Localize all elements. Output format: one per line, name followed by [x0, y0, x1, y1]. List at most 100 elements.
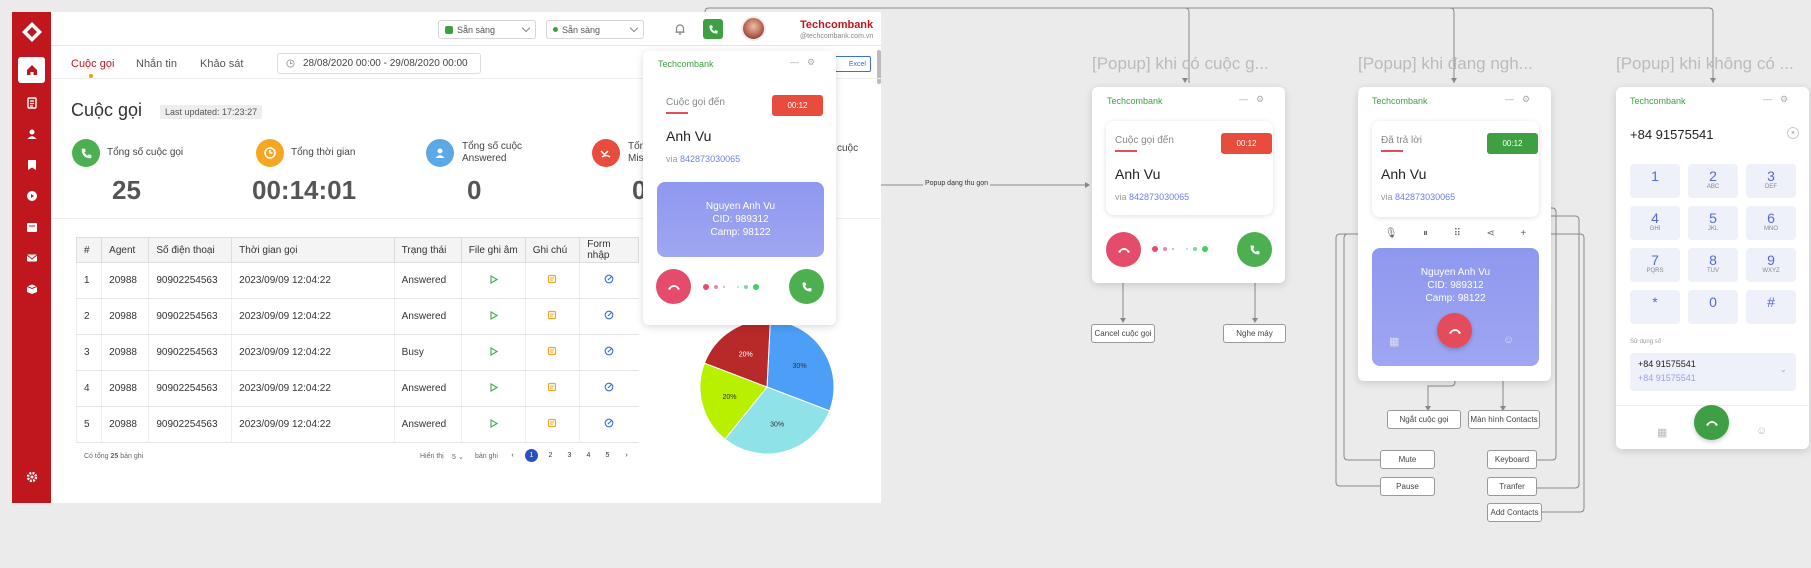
dial-number-display[interactable]: +84 91575541 [1630, 127, 1714, 142]
key-3[interactable]: 4 GHI [1630, 206, 1680, 240]
play-icon[interactable] [460, 334, 526, 371]
note-icon[interactable] [524, 406, 580, 443]
tab-messages[interactable]: Nhắn tin [136, 58, 177, 70]
play-icon[interactable] [460, 298, 526, 335]
keyboard-icon[interactable]: ⠿ [1454, 228, 1461, 239]
answer-call-button[interactable] [789, 269, 824, 304]
table-row[interactable]: 4 20988 90902254563 2023/09/09 12:04:22 Answ… [75, 370, 639, 407]
sidebar-item-video[interactable] [18, 183, 45, 209]
play-icon[interactable] [460, 262, 526, 299]
sidebar-item-home[interactable] [18, 57, 45, 83]
page-1[interactable]: 1 [525, 449, 538, 462]
answer-call-button[interactable] [1237, 232, 1272, 267]
minimize-icon[interactable]: — [1239, 94, 1248, 104]
tab-calls[interactable]: Cuộc gọi [71, 58, 114, 70]
page-5[interactable]: 5 [601, 449, 614, 462]
row-phone: 90902254563 [148, 406, 232, 443]
table-row[interactable]: 5 20988 90902254563 2023/09/09 12:04:22 Answ… [75, 406, 639, 443]
table-row[interactable]: 1 20988 90902254563 2023/09/09 12:04:22 Answ… [75, 262, 639, 299]
key-11[interactable]: # [1746, 290, 1796, 324]
key-10[interactable]: 0 [1688, 290, 1738, 324]
status-underline [1115, 150, 1137, 152]
export-excel-button[interactable]: Excel [831, 56, 871, 72]
stat-value-total-calls: 25 [112, 175, 141, 205]
minimize-icon[interactable]: — [1505, 94, 1514, 104]
mute-icon[interactable]: 🎙 [1385, 228, 1398, 239]
transfer-icon[interactable]: ⋖ [1486, 228, 1494, 239]
key-digit: 7 [1651, 252, 1659, 268]
status-select-1[interactable]: Sẵn sàng [438, 20, 536, 39]
edit-form-icon[interactable] [579, 262, 639, 299]
note-icon[interactable] [524, 334, 580, 371]
key-9[interactable]: * [1630, 290, 1680, 324]
key-digit: 0 [1709, 294, 1717, 310]
dialpad-icon[interactable]: ▦ [1389, 335, 1399, 348]
bell-icon[interactable] [673, 22, 687, 36]
note-icon[interactable] [524, 370, 580, 407]
call-controls: 🎙 ⏸ ⠿ ⋖ + [1372, 224, 1539, 243]
pause-icon[interactable]: ⏸ [1423, 228, 1428, 239]
document-icon [26, 97, 37, 109]
minimize-icon[interactable]: — [790, 57, 799, 67]
key-2[interactable]: 3 DEF [1746, 164, 1796, 198]
key-letters: TUV [1707, 268, 1719, 274]
play-icon[interactable] [460, 406, 526, 443]
clear-icon[interactable]: × [1787, 127, 1799, 139]
key-8[interactable]: 9 WXYZ [1746, 248, 1796, 282]
key-5[interactable]: 6 MNO [1746, 206, 1796, 240]
page-2[interactable]: 2 [544, 449, 557, 462]
date-range-picker[interactable]: 28/08/2020 00:00 - 29/08/2020 00:00 [277, 53, 481, 74]
status-select-2[interactable]: Sẵn sàng [546, 20, 644, 39]
sidebar-item-document[interactable] [18, 90, 45, 116]
note-icon[interactable] [524, 262, 580, 299]
settings-icon[interactable]: ⚙ [1780, 94, 1788, 105]
phone-button[interactable] [703, 19, 723, 39]
used-number-select[interactable]: +84 91575541 +84 91575541 ⌄ [1630, 353, 1796, 391]
page-4[interactable]: 4 [582, 449, 595, 462]
edit-form-icon[interactable] [579, 334, 639, 371]
edit-form-icon[interactable] [579, 298, 639, 335]
play-icon[interactable] [460, 370, 526, 407]
key-1[interactable]: 2 ABC [1688, 164, 1738, 198]
reject-call-button[interactable] [656, 269, 691, 304]
table-row[interactable]: 2 20988 90902254563 2023/09/09 12:04:22 Answ… [75, 298, 639, 335]
sidebar-item-settings[interactable] [18, 464, 45, 490]
key-6[interactable]: 7 PQRS [1630, 248, 1680, 282]
add-contact-icon[interactable]: + [1520, 228, 1526, 239]
chevron-down-icon [521, 23, 531, 33]
key-letters: GHI [1649, 226, 1661, 232]
caller-via: via 842873030065 [1381, 192, 1456, 202]
bookmark-icon [27, 160, 36, 170]
key-0[interactable]: 1 [1630, 164, 1680, 198]
dial-call-button[interactable] [1694, 405, 1729, 440]
sidebar-item-mail[interactable] [18, 245, 45, 271]
sidebar-item-calendar[interactable] [18, 214, 45, 240]
sidebar-item-box[interactable] [18, 276, 45, 302]
key-7[interactable]: 8 TUV [1688, 248, 1738, 282]
settings-icon[interactable]: ⚙ [1256, 94, 1264, 105]
edit-form-icon[interactable] [579, 406, 639, 443]
note-icon[interactable] [524, 298, 580, 335]
phone-icon [1250, 245, 1259, 254]
contacts-icon[interactable]: ☺ [1756, 425, 1767, 437]
sidebar-item-user[interactable] [18, 121, 45, 147]
minimize-icon[interactable]: — [1763, 94, 1772, 104]
edit-form-icon[interactable] [579, 370, 639, 407]
dialpad-icon[interactable]: ▦ [1657, 426, 1667, 439]
settings-icon[interactable]: ⚙ [807, 57, 815, 68]
key-4[interactable]: 5 JKL [1688, 206, 1738, 240]
tab-surveys[interactable]: Khảo sát [200, 58, 243, 70]
row-time: 2023/09/09 12:04:22 [231, 298, 395, 335]
hangup-button[interactable] [1437, 313, 1472, 348]
contacts-icon[interactable]: ☺ [1503, 334, 1514, 346]
reject-call-button[interactable] [1106, 232, 1141, 267]
next-page-icon[interactable]: › [620, 449, 633, 462]
avatar[interactable] [741, 16, 766, 41]
settings-icon[interactable]: ⚙ [1522, 94, 1530, 105]
page-3[interactable]: 3 [563, 449, 576, 462]
prev-page-icon[interactable]: ‹ [506, 449, 519, 462]
popup-main: Techcombank — ⚙ Cuộc gọi đến 00:12 Anh V… [643, 51, 836, 325]
table-row[interactable]: 3 20988 90902254563 2023/09/09 12:04:22 Busy [75, 334, 639, 371]
page-size-select[interactable]: 5 ⌄ [452, 453, 464, 461]
sidebar-item-bookmark[interactable] [18, 152, 45, 178]
